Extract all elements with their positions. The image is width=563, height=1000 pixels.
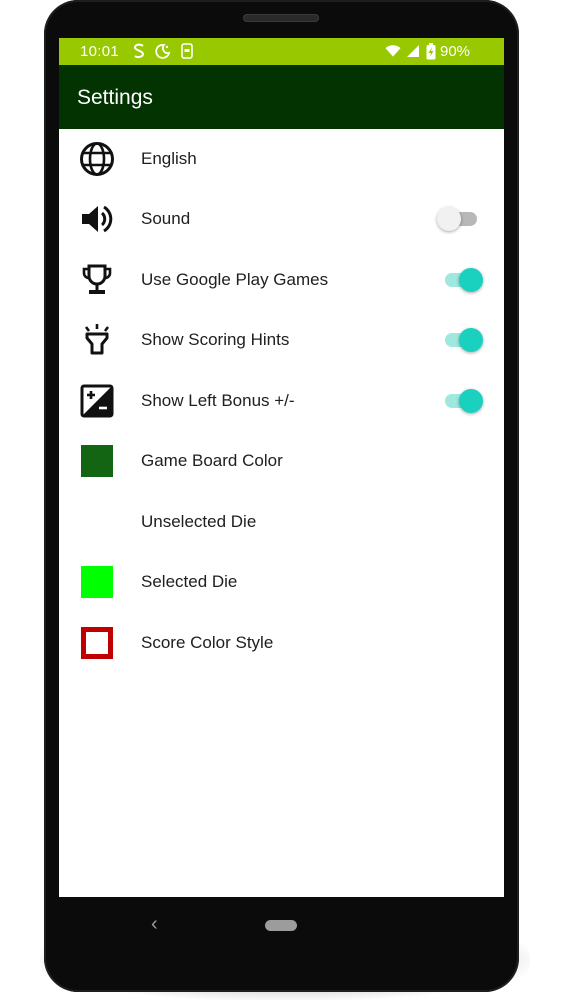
s-app-icon: [131, 42, 147, 60]
setting-language[interactable]: English: [59, 129, 504, 189]
outlined-square-icon: [79, 625, 115, 661]
sound-toggle[interactable]: [437, 207, 483, 231]
speaker-icon: [79, 201, 115, 237]
unselected-die-color-swatch: [81, 506, 113, 538]
setting-google-play-games[interactable]: Use Google Play Games: [59, 250, 504, 310]
setting-label: Show Scoring Hints: [141, 330, 290, 349]
lightbulb-icon: [79, 322, 115, 358]
setting-unselected-die[interactable]: Unselected Die: [59, 492, 504, 552]
setting-label: English: [141, 149, 197, 168]
setting-scoring-hints[interactable]: Show Scoring Hints: [59, 310, 504, 370]
status-bar: 10:01 90%: [59, 38, 504, 65]
setting-label: Use Google Play Games: [141, 270, 329, 289]
selected-die-color-swatch: [81, 566, 113, 598]
speaker-grille: [243, 14, 319, 22]
setting-selected-die[interactable]: Selected Die: [59, 552, 504, 612]
signal-icon: [405, 42, 421, 60]
moon-icon: [155, 42, 171, 60]
setting-label: Show Left Bonus +/-: [141, 391, 295, 410]
setting-sound[interactable]: Sound: [59, 189, 504, 249]
setting-label: Sound: [141, 209, 191, 228]
setting-game-board-color[interactable]: Game Board Color: [59, 431, 504, 491]
setting-label: Score Color Style: [141, 633, 274, 652]
switch-thumb: [459, 268, 483, 292]
phone-app-icon: [179, 42, 195, 60]
google-play-games-toggle[interactable]: [437, 268, 483, 292]
switch-thumb: [459, 389, 483, 413]
switch-thumb: [459, 328, 483, 352]
page-title: Settings: [77, 86, 153, 109]
app-bar: Settings: [59, 65, 504, 129]
switch-thumb: [437, 207, 461, 231]
battery-percent: 90%: [440, 43, 471, 60]
navigation-bar: ‹: [59, 897, 504, 953]
game-board-color-swatch: [81, 445, 113, 477]
status-time: 10:01: [80, 43, 120, 60]
back-button[interactable]: ‹: [151, 913, 158, 936]
color-swatch: [79, 443, 115, 479]
setting-label: Game Board Color: [141, 451, 283, 470]
color-swatch: [79, 504, 115, 540]
screen: 10:01 90% Settings English Sound Use Goo…: [59, 38, 504, 897]
score-color-swatch: [81, 627, 113, 659]
battery-charging-icon: [423, 42, 439, 60]
home-button[interactable]: [265, 920, 297, 931]
color-swatch: [79, 564, 115, 600]
setting-label: Selected Die: [141, 572, 238, 591]
scoring-hints-toggle[interactable]: [437, 328, 483, 352]
setting-label: Unselected Die: [141, 512, 257, 531]
globe-icon: [79, 141, 115, 177]
exposure-icon: [79, 383, 115, 419]
setting-left-bonus[interactable]: Show Left Bonus +/-: [59, 371, 504, 431]
trophy-icon: [79, 262, 115, 298]
setting-score-color-style[interactable]: Score Color Style: [59, 613, 504, 673]
wifi-icon: [385, 42, 401, 60]
left-bonus-toggle[interactable]: [437, 389, 483, 413]
